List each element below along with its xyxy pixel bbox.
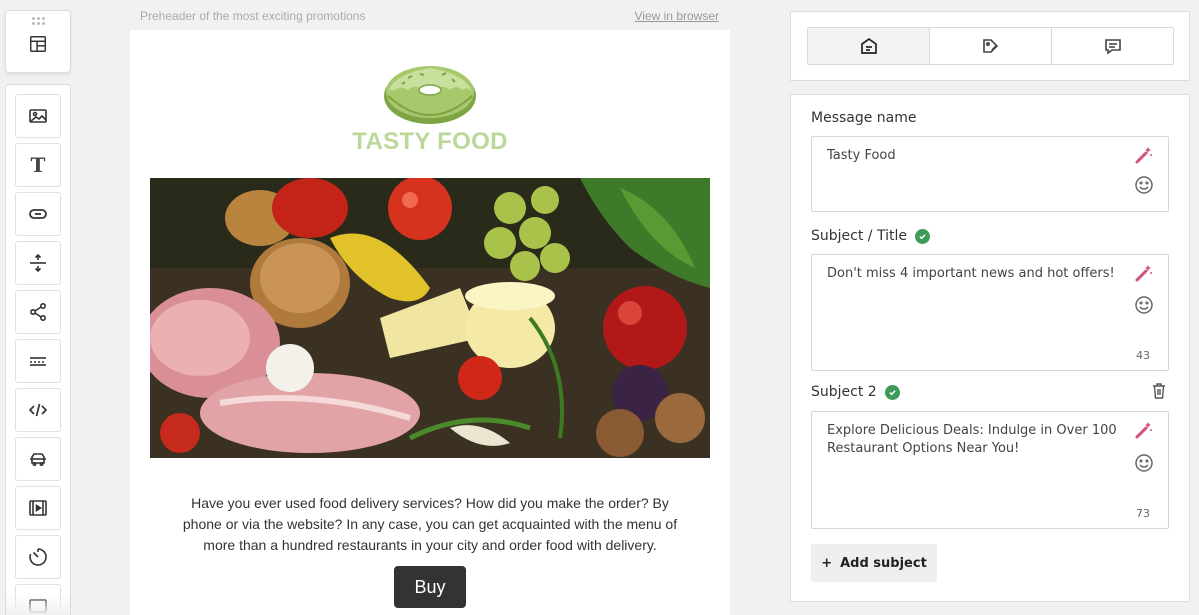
spacer-icon [30, 253, 46, 273]
subject-2-label-text: Subject 2 [811, 384, 877, 400]
email-settings-icon [860, 37, 877, 54]
social-icon [29, 302, 47, 322]
menu-icon [30, 453, 46, 467]
toolbar-fade [6, 593, 70, 615]
add-subject-label: Add subject [840, 555, 927, 571]
menu-block-button[interactable] [15, 437, 61, 481]
character-count: 73 [1136, 507, 1150, 520]
email-canvas[interactable]: TASTY FOOD Have you ever used food deliv… [130, 30, 730, 615]
tab-email-settings[interactable] [808, 28, 930, 64]
magic-wand-icon[interactable] [1134, 420, 1154, 440]
video-block-button[interactable] [15, 486, 61, 530]
structure-panel [5, 10, 71, 73]
message-name-label: Message name [811, 110, 917, 126]
message-properties-panel: Message name Tasty Food Subject / Title … [790, 94, 1190, 602]
plus-icon: + [821, 555, 833, 571]
content-blocks-toolbar: T [5, 84, 71, 615]
character-count: 43 [1136, 349, 1150, 362]
tab-tags[interactable] [930, 28, 1052, 64]
divider-block-button[interactable] [15, 339, 61, 383]
social-block-button[interactable] [15, 290, 61, 334]
trash-icon[interactable] [1151, 382, 1167, 400]
emoji-icon[interactable] [1134, 175, 1154, 195]
subject-title-field[interactable]: Don't miss 4 important news and hot offe… [811, 254, 1169, 371]
layout-blocks-icon[interactable] [27, 33, 49, 55]
add-subject-button[interactable]: + Add subject [811, 544, 937, 582]
email-body-text[interactable]: Have you ever used food delivery service… [170, 493, 690, 556]
buy-button[interactable]: Buy [394, 566, 466, 608]
html-code-icon [28, 403, 48, 417]
tab-message[interactable] [1052, 28, 1173, 64]
subject-2-value[interactable]: Explore Delicious Deals: Indulge in Over… [827, 422, 1117, 458]
text-block-button[interactable]: T [15, 143, 61, 187]
html-block-button[interactable] [15, 388, 61, 432]
magic-wand-icon[interactable] [1134, 145, 1154, 165]
text-icon: T [30, 153, 46, 177]
button-icon [29, 209, 47, 219]
subject-title-value[interactable]: Don't miss 4 important news and hot offe… [827, 265, 1117, 283]
button-block-button[interactable] [15, 192, 61, 236]
emoji-icon[interactable] [1134, 295, 1154, 315]
subject-title-label-text: Subject / Title [811, 228, 907, 244]
video-icon [29, 500, 47, 516]
check-circle-icon [914, 228, 930, 244]
subject-title-label: Subject / Title [811, 228, 930, 244]
hero-food-image[interactable] [150, 178, 710, 458]
subject-2-field[interactable]: Explore Delicious Deals: Indulge in Over… [811, 411, 1169, 529]
timer-block-button[interactable] [15, 535, 61, 579]
divider-icon [30, 357, 46, 366]
emoji-icon[interactable] [1134, 453, 1154, 473]
check-circle-icon [884, 384, 900, 400]
message-name-label-text: Message name [811, 110, 917, 126]
message-icon [1104, 39, 1121, 55]
settings-tabs [807, 27, 1174, 65]
timer-icon [29, 548, 47, 566]
view-in-browser-link[interactable]: View in browser [635, 9, 719, 23]
subject-2-label: Subject 2 [811, 384, 900, 400]
image-block-button[interactable] [15, 94, 61, 138]
preheader-text[interactable]: Preheader of the most exciting promotion… [140, 9, 365, 23]
settings-tabs-panel [790, 11, 1190, 81]
drag-handle-icon[interactable] [32, 17, 45, 25]
image-icon [29, 109, 47, 123]
brand-name[interactable]: TASTY FOOD [130, 128, 730, 156]
message-name-value[interactable]: Tasty Food [827, 147, 1117, 165]
message-name-field[interactable]: Tasty Food [811, 136, 1169, 212]
spacer-block-button[interactable] [15, 241, 61, 285]
magic-wand-icon[interactable] [1134, 263, 1154, 283]
tags-icon [982, 39, 998, 53]
donut-logo-icon[interactable] [380, 52, 480, 126]
